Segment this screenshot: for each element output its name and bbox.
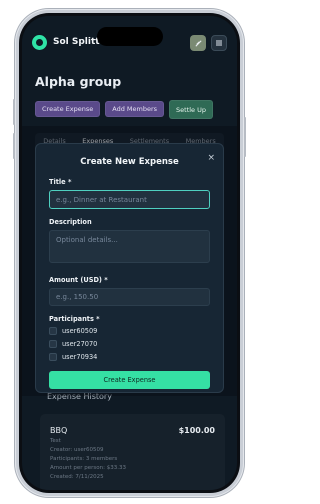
participant-checkbox[interactable] (49, 353, 57, 361)
expense-description: Test (50, 438, 61, 444)
submit-create-expense-button[interactable]: Create Expense (49, 371, 210, 389)
expense-participants: Participants: 3 members (50, 456, 118, 462)
expense-creator: Creator: user60509 (50, 447, 104, 453)
power-button (244, 117, 246, 157)
expense-created-date: Created: 7/11/2025 (50, 474, 104, 480)
menu-icon[interactable] (211, 35, 227, 51)
participant-option[interactable]: user70934 (49, 353, 210, 361)
app-screen: Sol Splitter Alpha group Create Expense … (22, 16, 237, 490)
group-actions: Create Expense Add Members Settle Up (35, 100, 214, 119)
palette-icon[interactable] (190, 35, 206, 51)
description-label: Description (49, 218, 92, 226)
modal-title: Create New Expense (80, 157, 179, 167)
amount-input[interactable] (49, 288, 210, 306)
expense-per-person: Amount per person: $33.33 (50, 465, 126, 471)
expense-amount: $100.00 (178, 426, 215, 435)
participant-name: user27070 (62, 340, 98, 348)
dynamic-island (96, 27, 163, 46)
create-expense-button[interactable]: Create Expense (35, 101, 101, 117)
description-input[interactable] (49, 230, 210, 263)
volume-up-button (13, 99, 15, 125)
title-label: Title * (49, 178, 72, 186)
add-members-button[interactable]: Add Members (105, 101, 165, 117)
participant-option[interactable]: user60509 (49, 327, 210, 335)
participant-option[interactable]: user27070 (49, 340, 210, 348)
phone-bezel: Sol Splitter Alpha group Create Expense … (19, 13, 240, 493)
expense-name: BBQ (50, 426, 68, 435)
participant-name: user70934 (62, 353, 98, 361)
volume-down-button (13, 133, 15, 159)
close-icon[interactable]: × (207, 153, 215, 163)
participants-label: Participants * (49, 315, 100, 323)
participant-name: user60509 (62, 327, 98, 335)
participant-checkbox[interactable] (49, 327, 57, 335)
expense-card[interactable]: BBQ $100.00 Test Creator: user60509 Part… (40, 414, 225, 490)
settle-up-button[interactable]: Settle Up (169, 100, 214, 119)
participants-list: user60509 user27070 user70934 (49, 327, 210, 361)
page-title: Alpha group (35, 74, 122, 89)
title-input[interactable] (49, 190, 210, 209)
amount-label: Amount (USD) * (49, 276, 108, 284)
logo-icon[interactable] (32, 34, 47, 50)
phone-frame: Sol Splitter Alpha group Create Expense … (13, 9, 246, 497)
create-expense-modal: Create New Expense × Title * Description… (35, 143, 224, 393)
participant-checkbox[interactable] (49, 340, 57, 348)
